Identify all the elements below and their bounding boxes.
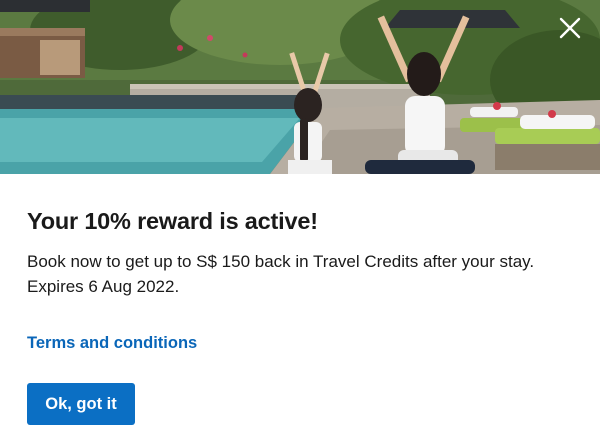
reward-details: Book now to get up to S$ 150 back in Tra… — [27, 252, 535, 271]
dialog-body: Your 10% reward is active! Book now to g… — [0, 207, 600, 425]
actions: Ok, got it — [27, 383, 573, 425]
expiry-text: Expires 6 Aug 2022. — [27, 277, 180, 296]
ok-button[interactable]: Ok, got it — [27, 383, 135, 425]
close-icon — [559, 17, 581, 39]
terms-link[interactable]: Terms and conditions — [27, 332, 197, 354]
reward-dialog: Your 10% reward is active! Book now to g… — [0, 0, 600, 433]
close-button[interactable] — [558, 16, 586, 44]
reward-description: Book now to get up to S$ 150 back in Tra… — [27, 249, 573, 299]
dialog-title: Your 10% reward is active! — [27, 208, 318, 234]
hero-image — [0, 0, 600, 174]
yoga-poolside-photo — [0, 0, 600, 174]
